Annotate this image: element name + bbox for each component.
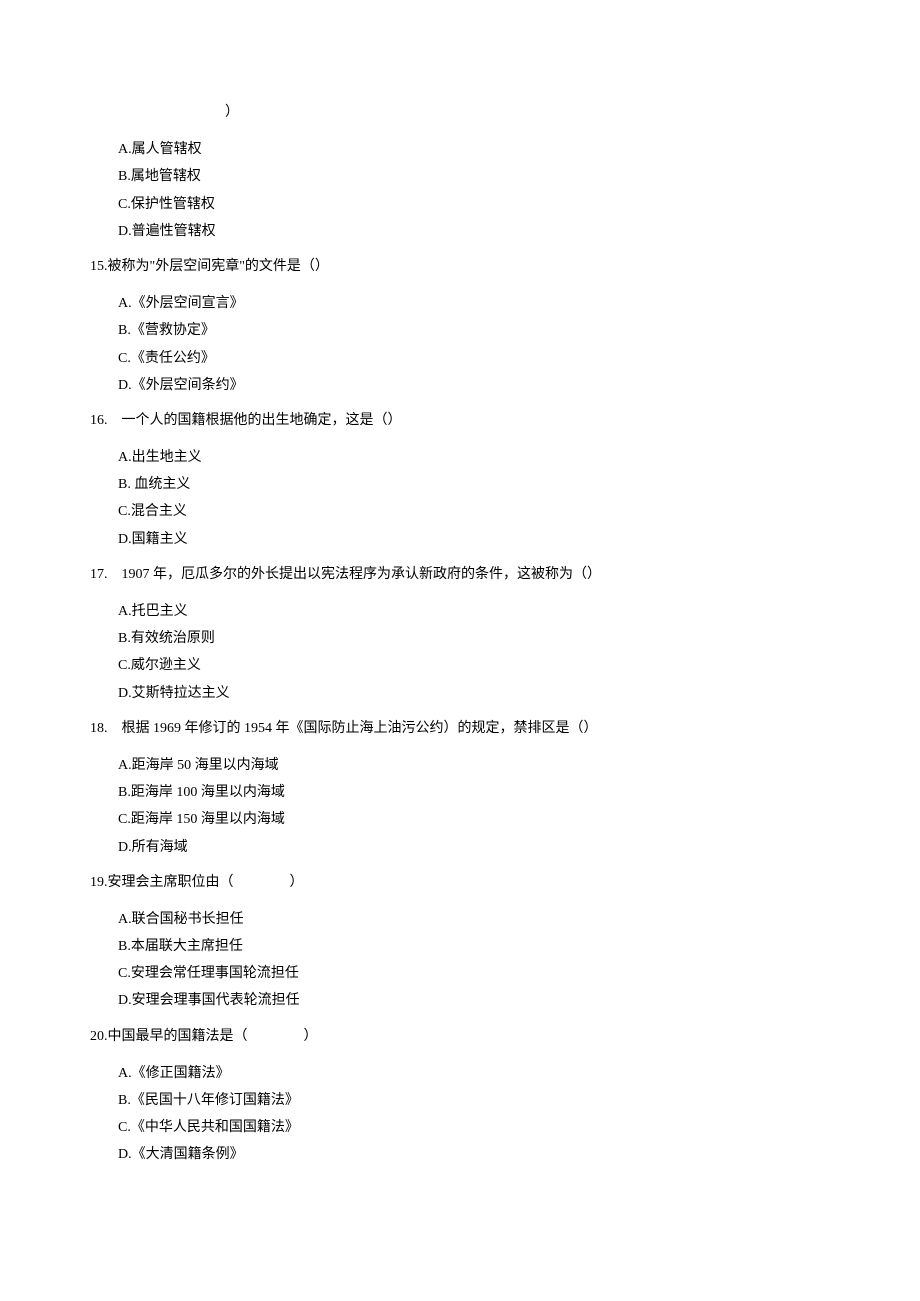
q19-option-d: D.安理会理事国代表轮流担任 <box>118 988 860 1013</box>
q20-option-b: B.《民国十八年修订国籍法》 <box>118 1088 860 1113</box>
q18-option-a: A.距海岸 50 海里以内海域 <box>118 753 860 778</box>
q14-option-d: D.普遍性管辖权 <box>118 219 860 244</box>
q16-options: A.出生地主义 B. 血统主义 C.混合主义 D.国籍主义 <box>118 445 860 552</box>
q19-option-c: C.安理会常任理事国轮流担任 <box>118 961 860 986</box>
q17-option-d: D.艾斯特拉达主义 <box>118 681 860 706</box>
q18-stem: 18. 根据 1969 年修订的 1954 年《国际防止海上油污公约）的规定，禁… <box>90 716 860 741</box>
q16-option-a: A.出生地主义 <box>118 445 860 470</box>
q18-option-b: B.距海岸 100 海里以内海域 <box>118 780 860 805</box>
q16-option-b: B. 血统主义 <box>118 472 860 497</box>
q19-stem: 19.安理会主席职位由（ ） <box>90 870 860 895</box>
q18-option-d: D.所有海域 <box>118 835 860 860</box>
q15-option-b: B.《营救协定》 <box>118 318 860 343</box>
q15-options: A.《外层空间宣言》 B.《营救协定》 C.《责任公约》 D.《外层空间条约》 <box>118 291 860 398</box>
q15-stem: 15.被称为"外层空间宪章"的文件是（） <box>90 254 860 279</box>
q17-option-c: C.威尔逊主义 <box>118 653 860 678</box>
q15-option-a: A.《外层空间宣言》 <box>118 291 860 316</box>
q19-options: A.联合国秘书长担任 B.本届联大主席担任 C.安理会常任理事国轮流担任 D.安… <box>118 907 860 1014</box>
q20-option-a: A.《修正国籍法》 <box>118 1061 860 1086</box>
q17-option-b: B.有效统治原则 <box>118 626 860 651</box>
q16-stem: 16. 一个人的国籍根据他的出生地确定，这是（） <box>90 408 860 433</box>
q17-option-a: A.托巴主义 <box>118 599 860 624</box>
q19-option-b: B.本届联大主席担任 <box>118 934 860 959</box>
q14-option-c: C.保护性管辖权 <box>118 192 860 217</box>
q14-option-a: A.属人管辖权 <box>118 137 860 162</box>
q14-option-b: B.属地管辖权 <box>118 164 860 189</box>
q20-stem: 20.中国最早的国籍法是（ ） <box>90 1024 860 1049</box>
q20-option-d: D.《大清国籍条例》 <box>118 1142 860 1167</box>
q14-options: A.属人管辖权 B.属地管辖权 C.保护性管辖权 D.普遍性管辖权 <box>118 137 860 244</box>
q20-options: A.《修正国籍法》 B.《民国十八年修订国籍法》 C.《中华人民共和国国籍法》 … <box>118 1061 860 1168</box>
q17-stem: 17. 1907 年，厄瓜多尔的外长提出以宪法程序为承认新政府的条件，这被称为（… <box>90 562 860 587</box>
q20-option-c: C.《中华人民共和国国籍法》 <box>118 1115 860 1140</box>
q15-option-c: C.《责任公约》 <box>118 346 860 371</box>
q18-options: A.距海岸 50 海里以内海域 B.距海岸 100 海里以内海域 C.距海岸 1… <box>118 753 860 860</box>
q18-option-c: C.距海岸 150 海里以内海域 <box>118 807 860 832</box>
q19-option-a: A.联合国秘书长担任 <box>118 907 860 932</box>
q15-option-d: D.《外层空间条约》 <box>118 373 860 398</box>
q16-option-c: C.混合主义 <box>118 499 860 524</box>
q16-option-d: D.国籍主义 <box>118 527 860 552</box>
q17-options: A.托巴主义 B.有效统治原则 C.威尔逊主义 D.艾斯特拉达主义 <box>118 599 860 706</box>
q14-partial-stem: ） <box>225 100 860 125</box>
